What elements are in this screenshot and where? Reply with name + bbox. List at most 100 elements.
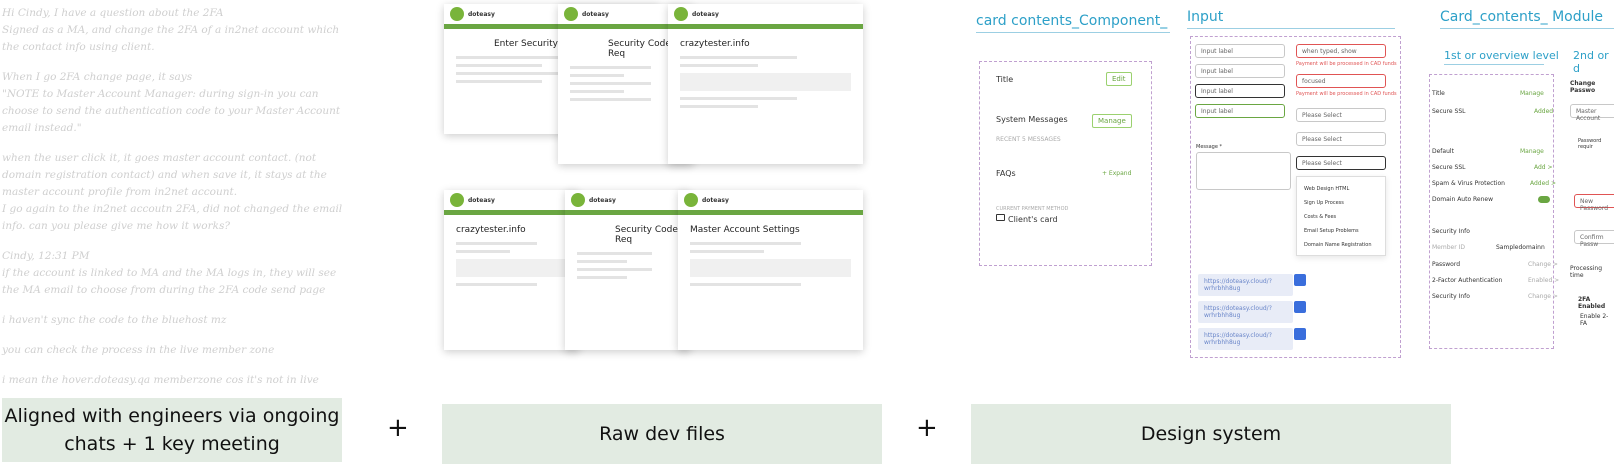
module-row: 2-Factor Authentication: [1432, 277, 1503, 284]
caption-dev-files: Raw dev files: [442, 404, 882, 464]
page-title: Security Code Req: [615, 225, 678, 245]
portfolio-canvas: Hi Cindy, I have a question about the 2F…: [0, 0, 1614, 467]
input-field[interactable]: Input label: [1195, 84, 1285, 98]
module-overview: [1429, 74, 1554, 349]
module-action[interactable]: Change >: [1528, 293, 1558, 300]
module-action[interactable]: Enabled >: [1528, 277, 1559, 284]
detail-field[interactable]: New Password: [1574, 194, 1614, 212]
link-field[interactable]: https://doteasy.cloud/?wrhrbhh8ug: [1198, 328, 1293, 350]
input-field[interactable]: focused: [1296, 74, 1386, 88]
chat-line: "NOTE to Master Account Manager: during …: [2, 88, 341, 134]
chat-line: I go again to the in2net accoutn 2FA, di…: [2, 203, 343, 232]
page-title: Master Account Settings: [690, 225, 800, 235]
select-field[interactable]: Please Select: [1296, 156, 1386, 170]
manage-button[interactable]: Manage: [1092, 114, 1132, 128]
detail-field[interactable]: Master Account: [1570, 104, 1614, 122]
detail-field[interactable]: Confirm Passw: [1574, 230, 1614, 248]
level-1-label: 1st or overview level: [1444, 49, 1559, 62]
logo-text: doteasy: [582, 10, 609, 18]
card-icon: [996, 214, 1005, 221]
dev-screenshot: doteasy Security Code Req: [565, 190, 690, 350]
select-field[interactable]: Please Select: [1296, 108, 1386, 122]
module-row: Member ID: [1432, 244, 1465, 251]
module-action[interactable]: Manage: [1520, 148, 1544, 155]
card-title: Title: [996, 75, 1014, 84]
dropdown-option[interactable]: Domain Name Registration: [1304, 242, 1371, 248]
ds-heading-module: Card_contents_ Module: [1440, 9, 1604, 25]
caption-chats: Aligned with engineers via ongoing chats…: [2, 398, 342, 462]
logo-icon: [450, 193, 464, 207]
logo-text: doteasy: [468, 196, 495, 204]
module-row: Security Info: [1432, 228, 1470, 235]
plus-sign: +: [916, 413, 938, 443]
logo-icon: [571, 193, 585, 207]
system-messages-label: System Messages: [996, 115, 1068, 124]
chat-line: Cindy, 12:31 PM: [2, 250, 90, 262]
module-action[interactable]: Add >: [1534, 164, 1553, 171]
input-field[interactable]: Input label: [1195, 44, 1285, 58]
chat-line: i mean the hover.doteasy.qa memberzone c…: [2, 374, 319, 386]
chat-line: i haven't sync the code to the bluehost …: [2, 314, 227, 326]
logo-text: doteasy: [589, 196, 616, 204]
logo-text: doteasy: [702, 196, 729, 204]
module-action[interactable]: Change >: [1528, 261, 1558, 268]
edit-button[interactable]: Edit: [1106, 72, 1132, 86]
chat-line: Hi Cindy, I have a question about the 2F…: [2, 7, 224, 19]
chat-line: When I go 2FA change page, it says: [2, 71, 193, 83]
input-field[interactable]: Input label: [1195, 64, 1285, 78]
module-action: Added: [1534, 108, 1554, 115]
copy-icon[interactable]: [1294, 301, 1306, 313]
error-text: Payment will be processed in CAD funds: [1296, 91, 1397, 97]
module-row: Security Info: [1432, 293, 1470, 300]
dev-screenshot: doteasy Master Account Settings: [678, 190, 863, 350]
caption-design-system: Design system: [971, 404, 1451, 464]
dropdown-option[interactable]: Sign Up Process: [1304, 200, 1344, 206]
plus-sign: +: [387, 413, 409, 443]
link-field[interactable]: https://doteasy.cloud/?wrhrbhh8ug: [1198, 274, 1293, 296]
module-row: Secure SSL: [1432, 164, 1466, 171]
module-row: Domain Auto Renew: [1432, 196, 1494, 203]
chat-transcript: Hi Cindy, I have a question about the 2F…: [0, 0, 345, 386]
message-textarea[interactable]: [1196, 152, 1291, 190]
link-field[interactable]: https://doteasy.cloud/?wrhrbhh8ug: [1198, 301, 1293, 323]
caption-text: Raw dev files: [599, 423, 725, 445]
expand-link[interactable]: + Expand: [1102, 170, 1131, 177]
page-title: crazytester.info: [456, 225, 526, 235]
payment-method-label: CURRENT PAYMENT METHOD: [996, 206, 1069, 212]
logo-text: doteasy: [692, 10, 719, 18]
error-text: Payment will be processed in CAD funds: [1296, 61, 1397, 67]
password-requirements: Password requir: [1578, 138, 1602, 150]
logo-icon: [564, 7, 578, 21]
module-row: Default: [1432, 148, 1454, 155]
faqs-label: FAQs: [996, 169, 1016, 178]
caption-text: Aligned with engineers via ongoing chats…: [4, 405, 340, 455]
copy-icon[interactable]: [1294, 328, 1306, 340]
card-component: [979, 61, 1152, 266]
dropdown-option[interactable]: Costs & Fees: [1304, 214, 1336, 220]
detail-title: Change Passwo: [1570, 80, 1596, 94]
module-row: Password: [1432, 261, 1461, 268]
dropdown-option[interactable]: Email Setup Problems: [1304, 228, 1359, 234]
module-row: Spam & Virus Protection: [1432, 180, 1505, 187]
chat-line: if the account is linked to MA and the M…: [2, 267, 337, 296]
chat-line: when the user click it, it goes master a…: [2, 152, 327, 198]
input-field[interactable]: when typed, show: [1296, 44, 1386, 58]
enable-2fa-option[interactable]: Enable 2-FA: [1580, 313, 1614, 327]
caption-text: Design system: [1140, 423, 1282, 445]
ds-heading-card: card contents_Component_: [976, 13, 1168, 29]
select-field[interactable]: Please Select: [1296, 132, 1386, 146]
processing-time: Processing time: [1570, 265, 1603, 279]
module-action[interactable]: Manage: [1520, 90, 1544, 97]
dropdown-option[interactable]: Web Design HTML: [1304, 186, 1349, 192]
message-label: Message *: [1196, 144, 1223, 150]
module-row: Title: [1432, 90, 1445, 97]
copy-icon[interactable]: [1294, 274, 1306, 286]
toggle-switch[interactable]: [1538, 196, 1550, 203]
input-field[interactable]: Input label: [1195, 104, 1285, 118]
chat-line: Signed as a MA, and change the 2FA of a …: [2, 24, 340, 53]
module-action[interactable]: Added >: [1530, 180, 1556, 187]
clients-card: Client's card: [1008, 215, 1058, 224]
logo-icon: [674, 7, 688, 21]
dev-screenshot: doteasy crazytester.info: [444, 190, 579, 350]
module-value: Sampledomainn: [1496, 244, 1545, 251]
